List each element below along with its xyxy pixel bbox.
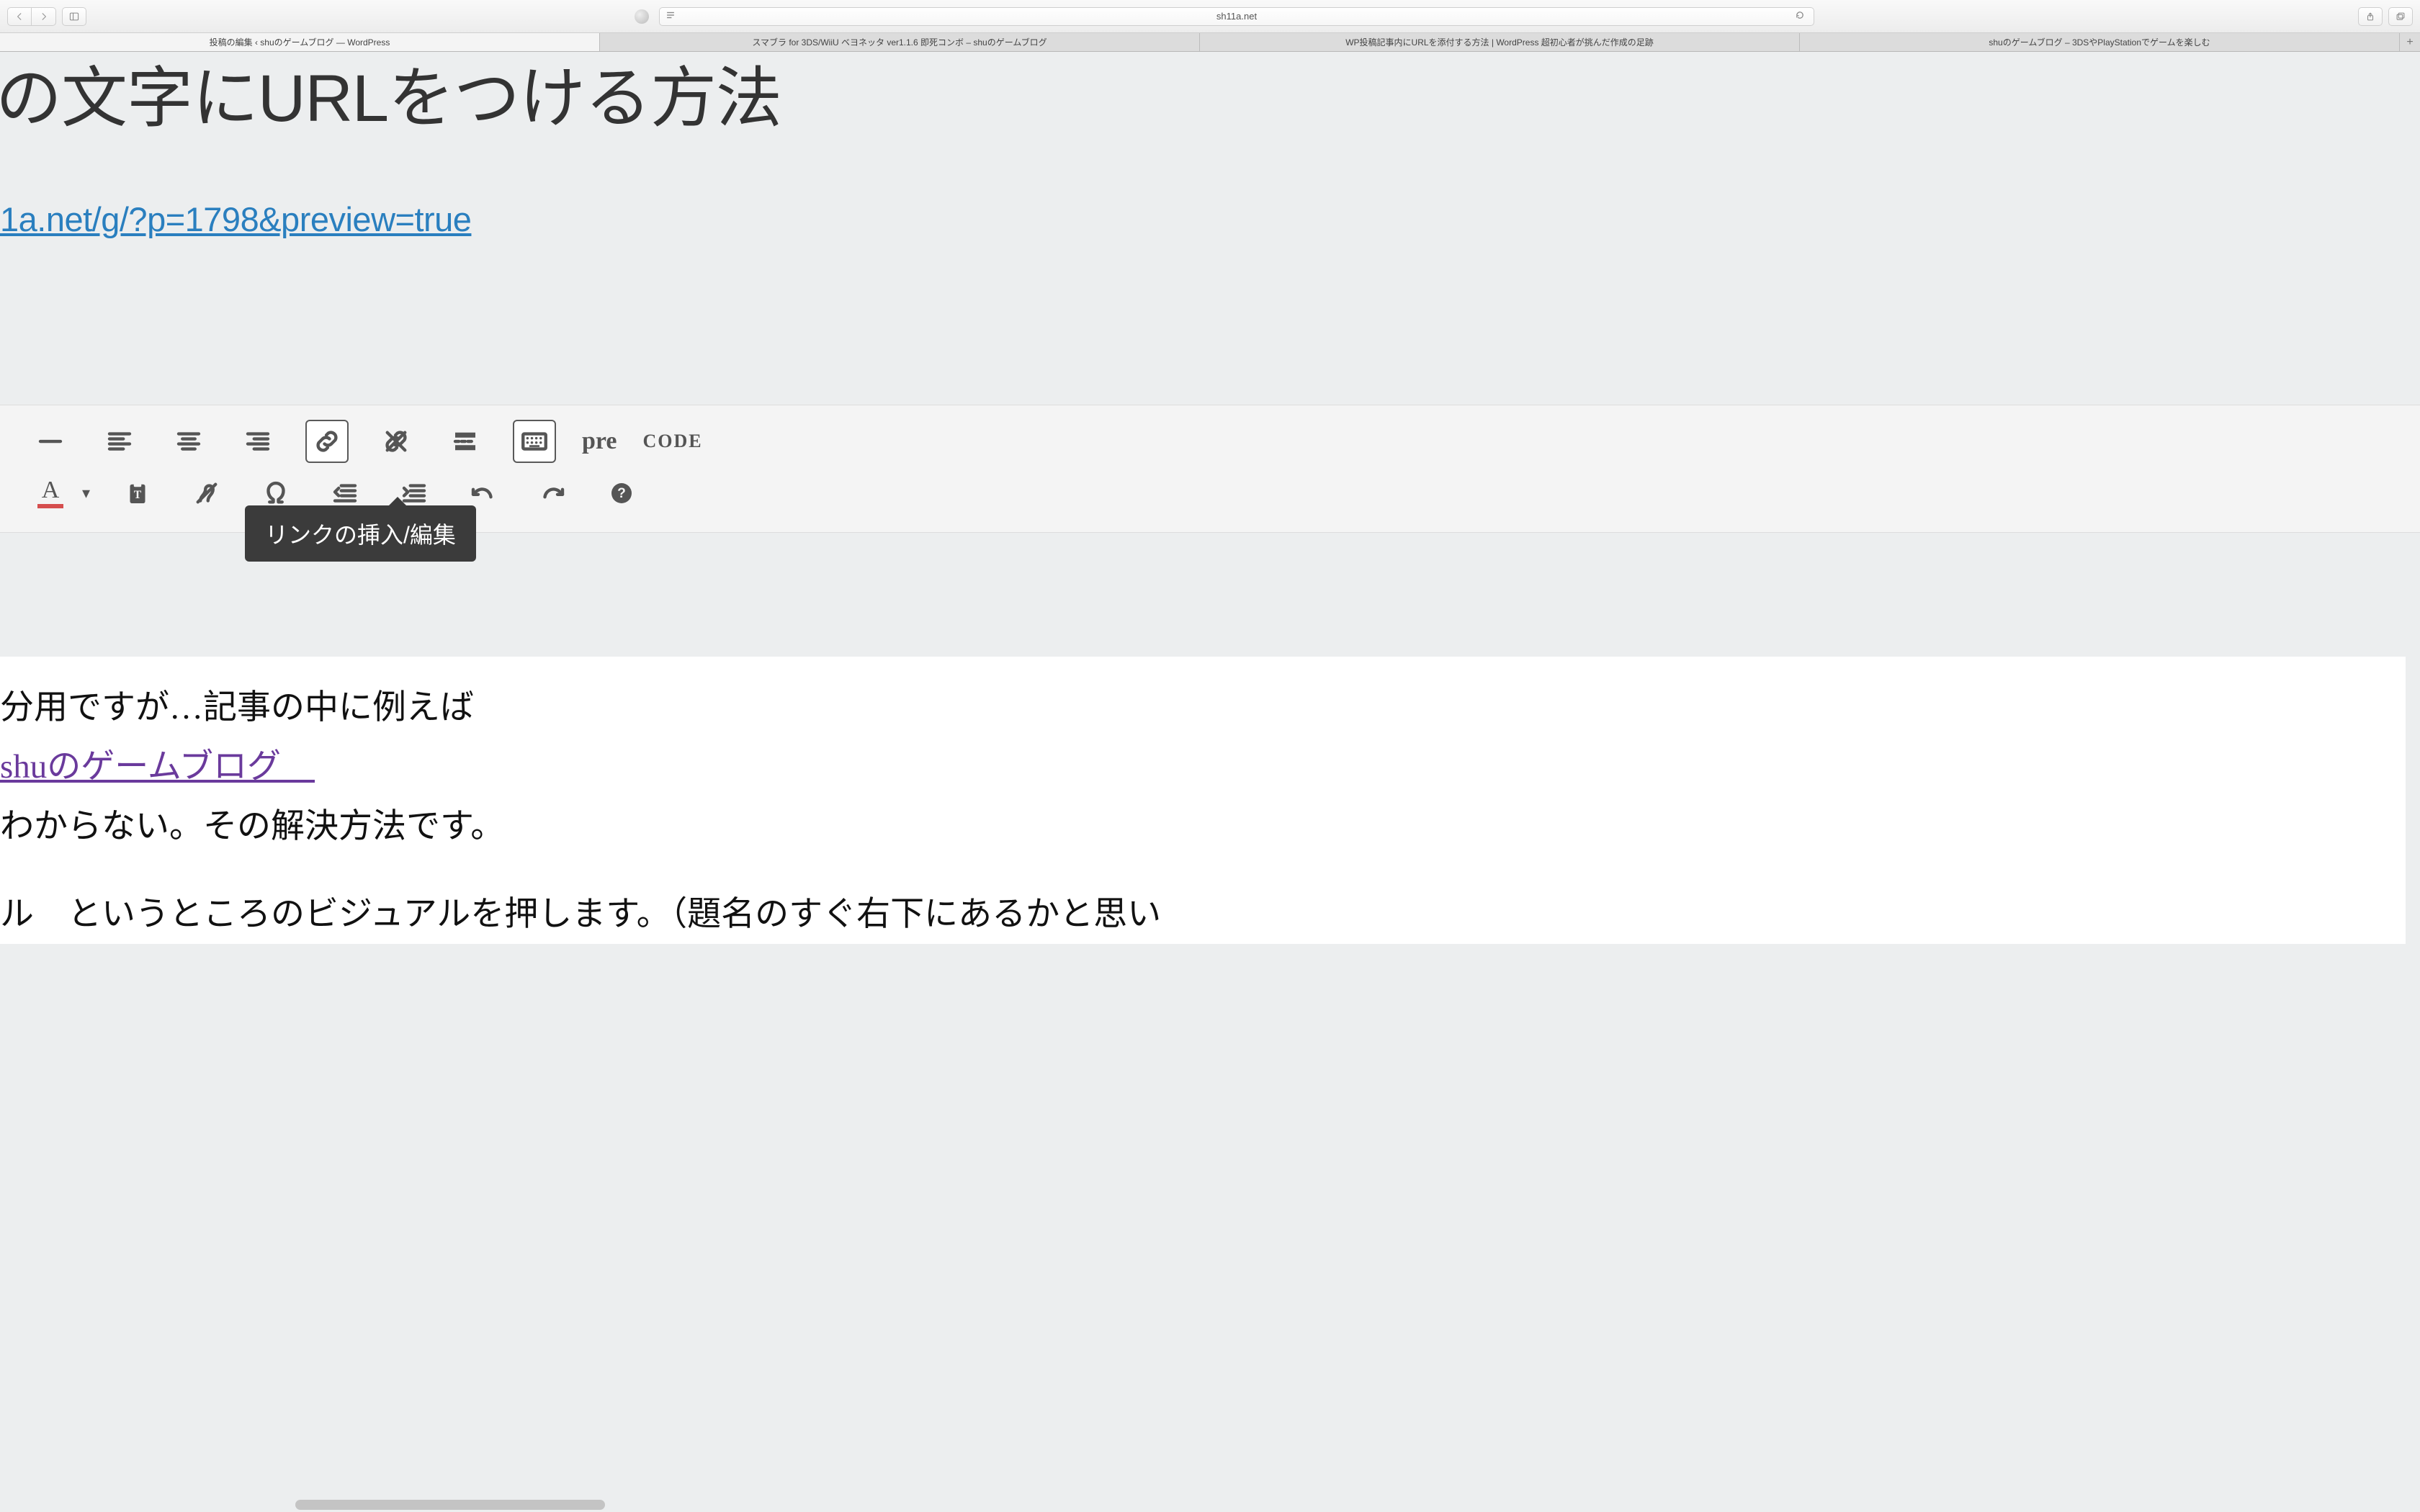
new-tab-button[interactable]: + <box>2400 33 2420 51</box>
reload-button[interactable] <box>1795 10 1808 22</box>
scrollbar-thumb[interactable] <box>295 1500 605 1510</box>
tab-0[interactable]: 投稿の編集 ‹ shuのゲームブログ — WordPress <box>0 33 600 51</box>
body-line-2: わからない。その解決方法です。 <box>0 797 2406 856</box>
svg-text:?: ? <box>617 486 626 501</box>
clear-format-button[interactable] <box>185 472 228 515</box>
editor-content[interactable]: 分用ですが…記事の中に例えば shuのゲームブログ わからない。その解決方法です… <box>0 657 2406 944</box>
address-bar[interactable]: sh11a.net <box>659 7 1814 26</box>
keyboard-button[interactable] <box>513 420 556 463</box>
address-text: sh11a.net <box>678 11 1794 22</box>
text-color-button[interactable]: A <box>29 472 72 515</box>
align-center-button[interactable] <box>167 420 210 463</box>
remove-link-button[interactable] <box>375 420 418 463</box>
tab-strip: 投稿の編集 ‹ shuのゲームブログ — WordPress スマブラ for … <box>0 33 2420 52</box>
sidebar-toggle-button[interactable] <box>62 7 86 26</box>
reader-mode-icon[interactable] <box>666 10 678 22</box>
horizontal-scrollbar[interactable] <box>0 1498 2420 1512</box>
text-color-dropdown[interactable]: ▾ <box>82 484 90 503</box>
hr-button[interactable] <box>29 420 72 463</box>
tab-1[interactable]: スマブラ for 3DS/WiiU ベヨネッタ ver1.1.6 即死コンボ –… <box>600 33 1200 51</box>
align-right-button[interactable] <box>236 420 279 463</box>
redo-button[interactable] <box>531 472 574 515</box>
forward-button[interactable] <box>32 7 56 26</box>
page-title-fragment: の文字にURLをつける方法 <box>0 52 781 140</box>
nav-group <box>7 7 56 26</box>
link-tooltip: リンクの挿入/編集 <box>245 505 476 562</box>
toolbar-row-1: pre CODE <box>0 415 2420 467</box>
code-button[interactable]: CODE <box>642 431 702 452</box>
share-button[interactable] <box>2358 7 2383 26</box>
align-left-button[interactable] <box>98 420 141 463</box>
tabs-button[interactable] <box>2388 7 2413 26</box>
back-button[interactable] <box>7 7 32 26</box>
site-icon <box>635 9 649 24</box>
page-content: の文字にURLをつける方法 1a.net/g/?p=1798&preview=t… <box>0 52 2420 1512</box>
pre-button[interactable]: pre <box>582 428 617 455</box>
tab-2[interactable]: WP投稿記事内にURLを添付する方法 | WordPress 超初心者が挑んだ作… <box>1200 33 1800 51</box>
preview-url-link[interactable]: 1a.net/g/?p=1798&preview=true <box>0 199 471 239</box>
insert-more-button[interactable] <box>444 420 487 463</box>
svg-text:T: T <box>134 489 142 501</box>
body-line-3: ル というところのビジュアルを押します。（題名のすぐ右下にあるかと思い <box>0 885 2406 944</box>
insert-link-button[interactable] <box>305 420 349 463</box>
paste-text-button[interactable]: T <box>116 472 159 515</box>
body-line-1: 分用ですが…記事の中に例えば <box>0 678 2406 737</box>
help-button[interactable]: ? <box>600 472 643 515</box>
browser-toolbar: sh11a.net <box>0 0 2420 33</box>
tab-3[interactable]: shuのゲームブログ – 3DSやPlayStationでゲームを楽しむ <box>1800 33 2400 51</box>
body-link[interactable]: shuのゲームブログ <box>0 748 315 786</box>
